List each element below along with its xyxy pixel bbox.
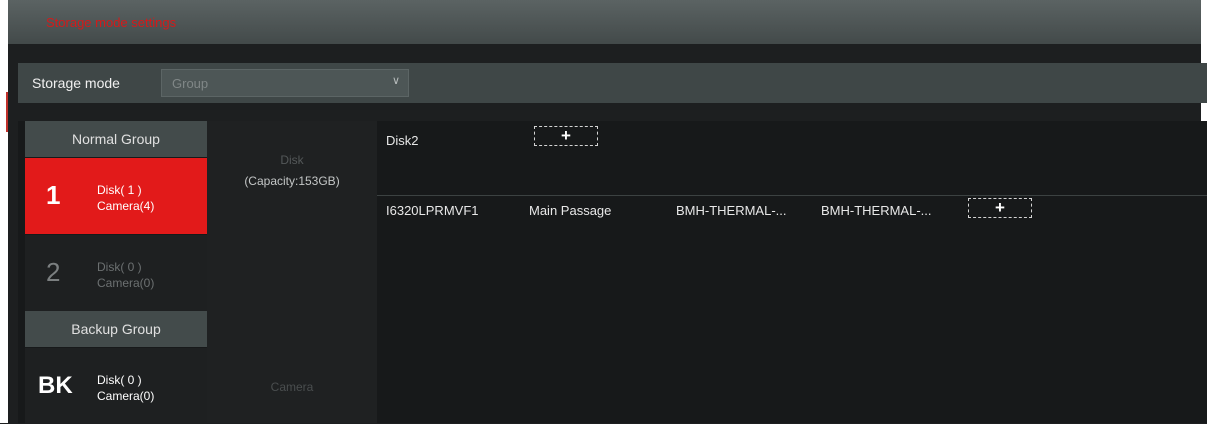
disk-capacity: (Capacity:153GB) [244, 174, 340, 188]
group-info: Disk( 1 ) Camera(4) [97, 182, 154, 214]
group-info: Disk( 0 ) Camera(0) [97, 372, 154, 404]
group-item-1[interactable]: 1 Disk( 1 ) Camera(4) [25, 158, 207, 234]
group-disk-count: Disk( 1 ) [97, 183, 142, 197]
group-disk-count: Disk( 0 ) [97, 260, 142, 274]
group-list: Normal Group 1 Disk( 1 ) Camera(4) 2 Dis… [25, 121, 207, 424]
group-item-bk[interactable]: BK Disk( 0 ) Camera(0) [25, 348, 207, 424]
storage-mode-row: Storage mode Group ∨ [18, 63, 1207, 103]
add-camera-button[interactable]: + [968, 198, 1032, 218]
group-number: 1 [46, 180, 61, 210]
left-frame [0, 0, 8, 423]
group-camera-count: Camera(0) [97, 276, 155, 290]
group-camera-count: Camera(0) [97, 389, 155, 403]
chevron-down-icon: ∨ [391, 75, 400, 87]
detail-column-header: Disk (Capacity:153GB) Camera [207, 121, 377, 423]
normal-group-header: Normal Group [25, 121, 207, 157]
group-disk-count: Disk( 0 ) [97, 373, 142, 387]
group-panel: Normal Group 1 Disk( 1 ) Camera(4) 2 Dis… [18, 121, 1207, 424]
camera-name: I6320LPRMVF1 [386, 203, 479, 218]
group-number: BK [38, 372, 73, 399]
disk-name: Disk2 [386, 133, 419, 148]
camera-location: Main Passage [529, 203, 612, 218]
group-info: Disk( 0 ) Camera(0) [97, 259, 154, 291]
camera-model: BMH-THERMAL-... [676, 203, 787, 218]
backup-group-header: Backup Group [25, 311, 207, 347]
group-number: 2 [46, 257, 61, 287]
storage-mode-select[interactable]: Group ∨ [161, 69, 409, 97]
add-disk-button[interactable]: + [534, 126, 598, 146]
group-camera-count: Camera(4) [97, 199, 155, 213]
storage-mode-value: Group [172, 76, 209, 91]
camera-model-alt: BMH-THERMAL-... [821, 203, 932, 218]
title-bar: Storage mode settings [8, 0, 1201, 44]
page-title: Storage mode settings [46, 15, 177, 30]
section-divider [377, 195, 1207, 196]
disk-section-label: Disk [280, 153, 304, 167]
group-item-2[interactable]: 2 Disk( 0 ) Camera(0) [25, 235, 207, 311]
camera-section-label: Camera [270, 380, 314, 394]
storage-mode-label: Storage mode [32, 75, 120, 91]
left-accent-mark [6, 92, 8, 132]
